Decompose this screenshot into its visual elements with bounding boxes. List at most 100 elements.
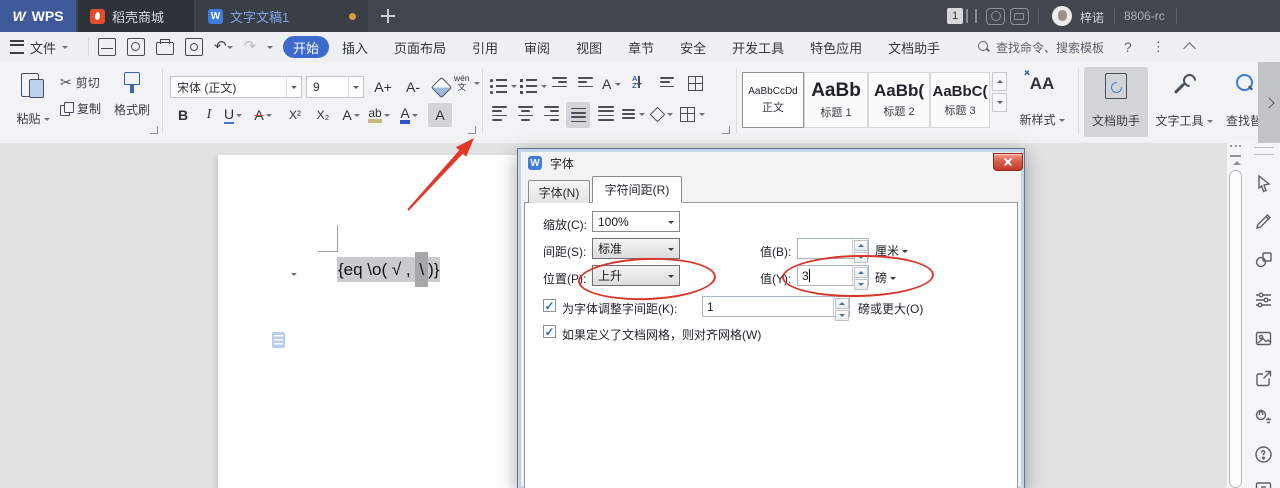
menu-tab-insert[interactable]: 插入 <box>342 38 368 57</box>
align-center-icon[interactable] <box>518 106 533 121</box>
eq-field-text[interactable]: {eq \o( √ , \)} <box>337 252 441 287</box>
phonetic-guide-button[interactable]: wén 文 <box>454 73 480 93</box>
text-tool-button[interactable]: 文字工具 <box>1152 67 1216 137</box>
vertical-scrollbar-thumb[interactable] <box>1229 170 1242 488</box>
wps-logo[interactable]: W WPS <box>0 0 76 32</box>
image-tool-icon[interactable] <box>1253 328 1274 349</box>
new-tab-button[interactable] <box>378 6 398 26</box>
paste-options-icon[interactable] <box>272 332 285 348</box>
avatar[interactable] <box>1052 6 1072 26</box>
justify-button[interactable] <box>566 102 590 128</box>
dialog-close-button[interactable] <box>993 153 1023 171</box>
cut-button[interactable]: ✂ 剪切 <box>60 72 100 92</box>
numbering-button[interactable] <box>520 76 547 96</box>
redo-icon[interactable]: ↷ <box>244 39 257 55</box>
decrease-indent-icon[interactable] <box>552 77 567 88</box>
print-preview-icon[interactable] <box>185 38 203 56</box>
text-effects-button[interactable]: A <box>340 103 362 127</box>
help-icon[interactable] <box>1253 444 1274 465</box>
font-dialog-launcher[interactable] <box>468 126 476 134</box>
undo-button[interactable]: ↶ <box>214 39 233 55</box>
window-count-badge[interactable]: 1 <box>947 8 963 24</box>
font-size-select[interactable]: 9 <box>306 76 364 98</box>
new-style-button[interactable]: AA 新样式 <box>1014 68 1070 136</box>
menu-tab-doc-assistant[interactable]: 文档助手 <box>888 38 940 57</box>
menu-tab-references[interactable]: 引用 <box>472 38 498 57</box>
strikethrough-button[interactable]: A <box>252 103 274 127</box>
font-name-select[interactable]: 宋体 (正文) <box>170 76 302 98</box>
highlight-button[interactable]: ab <box>368 103 390 127</box>
gallery-more-icon[interactable] <box>992 93 1007 112</box>
ruler-toggle-icon[interactable] <box>1230 145 1241 157</box>
document-page[interactable] <box>218 155 518 488</box>
user-name[interactable]: 梓诺 <box>1080 9 1104 26</box>
shrink-font-button[interactable]: A- <box>402 75 424 99</box>
bold-button[interactable]: B <box>172 103 194 127</box>
menu-tab-view[interactable]: 视图 <box>576 38 602 57</box>
command-search[interactable]: 查找命令、搜索模板 <box>978 39 1104 56</box>
tab-document[interactable]: W 文字文稿1 <box>196 0 368 32</box>
adjust-sliders-icon[interactable] <box>1253 289 1274 310</box>
spacing-select[interactable]: 标准 <box>592 238 680 259</box>
menu-tab-review[interactable]: 审阅 <box>524 38 550 57</box>
sort-button[interactable]: AZ <box>632 75 642 89</box>
copy-button[interactable]: 复制 <box>60 98 101 118</box>
dialog-tab-char-spacing[interactable]: 字符间距(R) <box>592 176 682 203</box>
line-spacing-button[interactable] <box>622 104 645 124</box>
tab-docer-store[interactable]: 稻壳商城 <box>78 0 194 32</box>
superscript-button[interactable]: X² <box>284 103 306 127</box>
italic-button[interactable]: I <box>198 103 220 127</box>
spin-up-icon[interactable] <box>853 239 868 251</box>
scroll-up-icon[interactable] <box>1232 157 1241 165</box>
clipboard-dialog-launcher[interactable] <box>150 126 158 134</box>
menu-tab-section[interactable]: 章节 <box>628 38 654 57</box>
spin-down-icon[interactable] <box>834 309 849 321</box>
chevron-down-icon[interactable] <box>291 273 297 279</box>
increase-indent-icon[interactable] <box>578 77 593 88</box>
menu-tab-developer[interactable]: 开发工具 <box>732 38 784 57</box>
gallery-up-icon[interactable] <box>992 72 1007 91</box>
toolbar-more-icon[interactable] <box>267 46 274 52</box>
spin-up-icon[interactable] <box>834 297 849 309</box>
style-heading1[interactable]: AaBb 标题 1 <box>804 72 868 128</box>
menu-tab-security[interactable]: 安全 <box>680 38 706 57</box>
clear-format-button[interactable] <box>430 75 452 99</box>
menu-tab-special-apps[interactable]: 特色应用 <box>810 38 862 57</box>
show-marks-icon[interactable] <box>660 77 674 88</box>
style-heading2[interactable]: AaBb( 标题 2 <box>868 72 930 128</box>
menu-tab-page-layout[interactable]: 页面布局 <box>394 38 446 57</box>
font-dialog-titlebar[interactable]: W 字体 <box>521 152 1019 174</box>
doc-assistant-button[interactable]: 文档助手 <box>1084 67 1148 137</box>
shapes-icon[interactable] <box>1253 249 1274 270</box>
dialog-tab-font[interactable]: 字体(N) <box>528 180 590 203</box>
grow-font-button[interactable]: A+ <box>372 75 394 99</box>
font-color-button[interactable]: A <box>398 103 420 127</box>
align-right-icon[interactable] <box>544 106 559 121</box>
edit-pen-icon[interactable] <box>1253 211 1274 232</box>
scale-select[interactable]: 100% <box>592 211 680 232</box>
ribbon-scroll-strip[interactable] <box>1258 62 1280 143</box>
file-menu-button[interactable]: 文件 <box>10 36 69 58</box>
translate-icon[interactable] <box>1253 406 1274 427</box>
resource-box-icon[interactable] <box>1253 478 1274 488</box>
shading-button[interactable] <box>649 104 673 124</box>
align-left-icon[interactable] <box>492 106 507 121</box>
paragraph-dialog-launcher[interactable] <box>722 126 730 134</box>
paste-button[interactable]: 粘贴 <box>10 68 56 130</box>
vip-flame-icon[interactable] <box>986 8 1005 25</box>
subscript-button[interactable]: X₂ <box>312 103 334 127</box>
kerning-checkbox[interactable] <box>543 299 556 312</box>
underline-button[interactable]: U <box>222 103 244 127</box>
panel-drag-handle-icon[interactable] <box>1254 147 1274 155</box>
menu-tab-home[interactable]: 开始 <box>283 36 329 58</box>
more-options-icon[interactable]: ⋮ <box>1152 39 1165 55</box>
print-icon[interactable] <box>156 38 174 55</box>
bullets-button[interactable] <box>490 76 517 96</box>
output-icon[interactable] <box>127 38 145 56</box>
help-icon[interactable]: ? <box>1124 39 1132 55</box>
format-painter-button[interactable]: 格式刷 <box>108 70 156 118</box>
kerning-input[interactable]: 1 <box>702 296 850 321</box>
insert-table-icon[interactable] <box>688 76 703 91</box>
borders-button[interactable] <box>680 104 705 124</box>
char-shading-button[interactable]: A <box>428 103 452 127</box>
